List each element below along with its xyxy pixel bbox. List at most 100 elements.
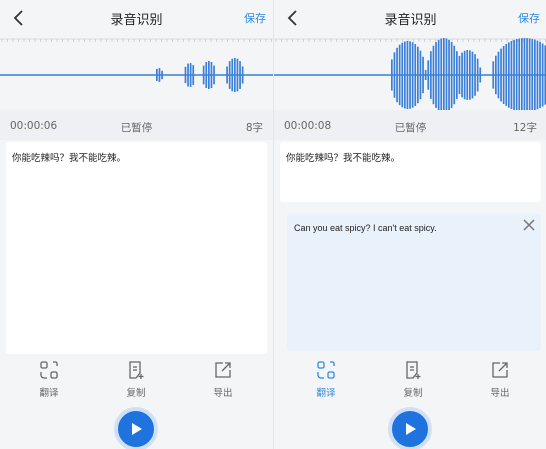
waveform-bar <box>534 39 536 110</box>
waveform-bar <box>456 51 458 99</box>
translation-panel: Can you eat spicy? I can't eat spicy. <box>287 214 541 351</box>
recognized-text: 你能吃辣吗？我不能吃辣。 <box>12 153 127 164</box>
page-title: 录音识别 <box>384 13 437 28</box>
waveform-bar <box>432 45 435 105</box>
waveform-bar <box>492 61 495 89</box>
close-translation-button[interactable] <box>520 216 538 234</box>
copy-label: 复制 <box>403 388 423 399</box>
waveform-bar <box>430 51 432 99</box>
waveform-bar <box>536 40 539 110</box>
translate-button[interactable]: 翻译 <box>24 360 74 399</box>
waveform-bar <box>450 42 453 108</box>
recording-panel-paused: 录音识别 保存 00:00:06 已暂停 8字 你能吃辣吗？我不能吃辣。 翻译 … <box>0 0 273 449</box>
waveform-bar <box>422 56 424 94</box>
waveform-bar <box>210 62 213 88</box>
char-count: 8字 <box>245 122 263 134</box>
play-icon <box>406 423 416 435</box>
waveform-bar <box>461 52 463 98</box>
header-bar: 录音识别 保存 <box>274 0 546 36</box>
waveform-bar <box>189 63 192 87</box>
recognized-text-area[interactable]: 你能吃辣吗？我不能吃辣。 <box>280 142 541 202</box>
waveform-bar <box>453 45 456 105</box>
recognized-text-area[interactable]: 你能吃辣吗？我不能吃辣。 <box>6 142 267 354</box>
waveform-bar <box>458 55 461 95</box>
waveform-bar <box>437 39 440 110</box>
waveform[interactable] <box>274 36 546 110</box>
waveform-bar <box>234 58 236 92</box>
char-count: 12字 <box>513 122 537 134</box>
waveform-bar <box>226 66 228 84</box>
save-button[interactable]: 保存 <box>244 10 266 26</box>
waveform-bar <box>396 47 398 103</box>
waveform-bar <box>469 50 471 100</box>
copy-button[interactable]: 复制 <box>111 360 161 399</box>
waveform-bar <box>424 69 427 80</box>
waveform-bar <box>241 66 244 84</box>
waveform-bar <box>411 42 414 108</box>
export-button[interactable]: 导出 <box>198 360 248 399</box>
waveform-bar <box>474 54 476 96</box>
translate-icon <box>317 361 335 379</box>
waveform-bar <box>202 65 205 85</box>
save-button[interactable]: 保存 <box>518 10 540 26</box>
play-button[interactable] <box>114 407 158 449</box>
translate-button[interactable]: 翻译 <box>301 360 351 399</box>
status-row: 00:00:08 已暂停 12字 <box>274 110 546 140</box>
waveform-bar <box>502 46 505 104</box>
export-icon <box>492 362 508 378</box>
waveform-bar <box>239 61 241 89</box>
export-label: 导出 <box>213 388 233 399</box>
waveform-bar <box>495 55 497 95</box>
waveform-bar <box>184 66 187 84</box>
waveform-bar <box>528 38 531 110</box>
translate-label: 翻译 <box>316 388 336 399</box>
waveform-bar <box>440 38 443 110</box>
waveform-bar <box>479 67 482 83</box>
waveform-bar <box>518 38 521 110</box>
waveform-bar <box>466 50 469 100</box>
waveform-bar <box>539 41 541 109</box>
recognized-text: 你能吃辣吗？我不能吃辣。 <box>286 153 401 164</box>
play-button[interactable] <box>388 407 432 449</box>
waveform-bar <box>205 62 208 88</box>
waveform-bar <box>419 50 422 100</box>
export-label: 导出 <box>490 388 510 399</box>
waveform-bar <box>158 68 161 82</box>
copy-label: 复制 <box>126 388 146 399</box>
export-icon <box>215 362 231 378</box>
waveform-bar <box>228 61 231 89</box>
waveform-bar <box>523 38 526 110</box>
waveform-bar <box>471 51 474 99</box>
waveform-bar <box>414 44 417 106</box>
waveform-bar <box>393 52 396 98</box>
translation-text: Can you eat spicy? I can't eat spicy. <box>294 223 437 233</box>
copy-icon <box>406 361 421 379</box>
waveform-bar <box>497 51 500 99</box>
waveform-bar <box>192 65 195 85</box>
waveform-bar <box>391 59 393 91</box>
waveform-bar <box>521 38 523 110</box>
recording-panel-translated: 录音识别 保存 00:00:08 已暂停 12字 你能吃辣吗？我不能吃辣。 Ca… <box>273 0 546 449</box>
waveform-bar <box>404 41 406 109</box>
action-toolbar: 翻译 复制 导出 <box>0 358 273 400</box>
waveform[interactable] <box>0 36 273 110</box>
waveform-bar <box>508 42 510 108</box>
translate-label: 翻译 <box>39 388 59 399</box>
waveform-bar <box>445 38 448 110</box>
waveform-bar <box>510 41 513 109</box>
waveform-bar <box>161 70 163 80</box>
waveform-bar <box>427 60 430 90</box>
waveform-bar <box>526 38 528 110</box>
waveform-bar <box>156 68 158 81</box>
waveform-bar <box>417 46 419 104</box>
waveform-bar <box>208 61 210 89</box>
status-row: 00:00:06 已暂停 8字 <box>0 110 273 140</box>
waveform-bar <box>541 43 544 107</box>
waveform-bar <box>448 39 450 110</box>
waveform-bar <box>476 58 479 92</box>
waveform-bar <box>435 42 437 108</box>
export-button[interactable]: 导出 <box>475 360 525 399</box>
waveform-bar <box>409 41 411 109</box>
copy-button[interactable]: 复制 <box>388 360 438 399</box>
waveform-bar <box>236 58 239 92</box>
